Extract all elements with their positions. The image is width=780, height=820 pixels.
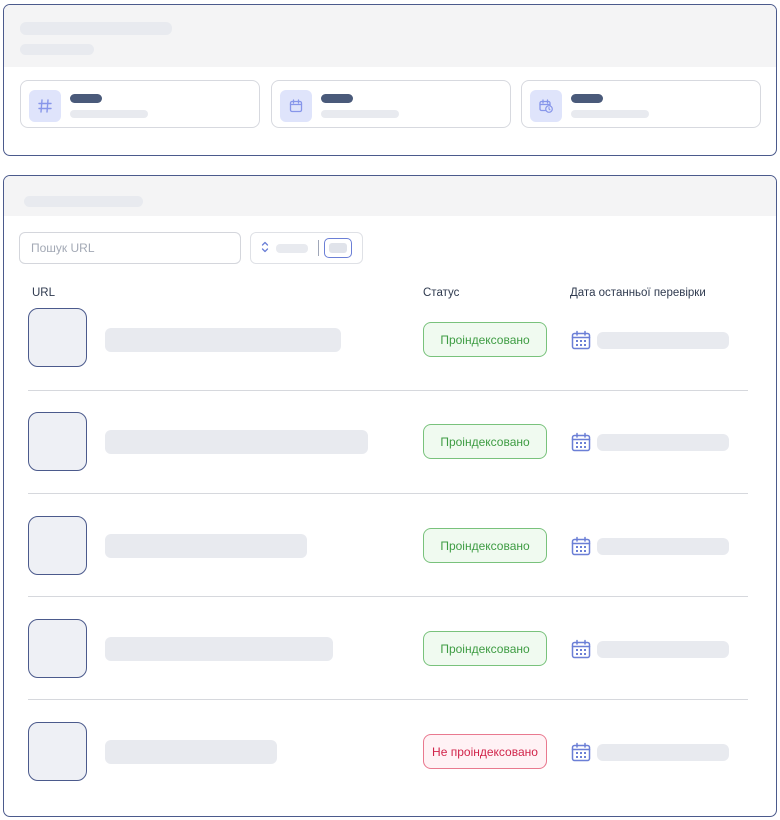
table-row[interactable]: Проіндексовано	[28, 288, 748, 391]
table-title-skeleton	[24, 196, 143, 207]
url-text-skeleton	[105, 740, 277, 764]
stat-card-date	[271, 80, 511, 128]
table-card-header	[4, 176, 776, 216]
url-thumbnail	[28, 619, 87, 678]
stat-card-total	[20, 80, 260, 128]
status-badge: Проіндексовано	[423, 424, 547, 459]
status-badge: Проіндексовано	[423, 528, 547, 563]
search-url-input[interactable]	[19, 232, 241, 264]
table-row[interactable]: Проіндексовано	[28, 597, 748, 700]
stat-value-skeleton	[321, 94, 353, 103]
status-badge: Проіндексовано	[423, 631, 547, 666]
date-skeleton	[597, 538, 729, 555]
url-text-skeleton	[105, 637, 333, 661]
date-skeleton	[597, 434, 729, 451]
date-skeleton	[597, 641, 729, 658]
calendar-icon	[571, 742, 591, 762]
stat-card-schedule	[521, 80, 761, 128]
sort-direction-button[interactable]	[324, 238, 352, 258]
calendar-icon	[571, 639, 591, 659]
calendar-icon	[280, 90, 312, 122]
url-thumbnail	[28, 516, 87, 575]
url-text-skeleton	[105, 430, 368, 454]
date-skeleton	[597, 332, 729, 349]
sort-divider	[318, 240, 319, 256]
hash-icon	[29, 90, 61, 122]
calendar-icon	[571, 432, 591, 452]
url-thumbnail	[28, 308, 87, 367]
date-skeleton	[597, 744, 729, 761]
summary-subtitle-skeleton	[20, 44, 94, 55]
url-thumbnail	[28, 412, 87, 471]
stat-label-skeleton	[70, 110, 148, 118]
summary-card	[3, 4, 777, 156]
sort-control[interactable]	[250, 232, 363, 264]
stat-value-skeleton	[70, 94, 102, 103]
stat-label-skeleton	[321, 110, 399, 118]
summary-title-skeleton	[20, 22, 172, 35]
url-text-skeleton	[105, 328, 341, 352]
status-badge: Проіндексовано	[423, 322, 547, 357]
stat-value-skeleton	[571, 94, 603, 103]
url-thumbnail	[28, 722, 87, 781]
summary-header	[4, 5, 776, 67]
stat-label-skeleton	[571, 110, 649, 118]
calendar-clock-icon	[530, 90, 562, 122]
status-badge: Не проіндексовано	[423, 734, 547, 769]
table-row[interactable]: Проіндексовано	[28, 391, 748, 494]
table-row[interactable]: Не проіндексовано	[28, 700, 748, 812]
calendar-icon	[571, 536, 591, 556]
table-row[interactable]: Проіндексовано	[28, 494, 748, 597]
sort-chevrons-icon[interactable]	[261, 240, 269, 256]
sort-field-skeleton	[276, 244, 308, 253]
url-table-card: URL Статус Дата останньої перевірки Проі…	[3, 175, 777, 817]
url-text-skeleton	[105, 534, 307, 558]
calendar-icon	[571, 330, 591, 350]
